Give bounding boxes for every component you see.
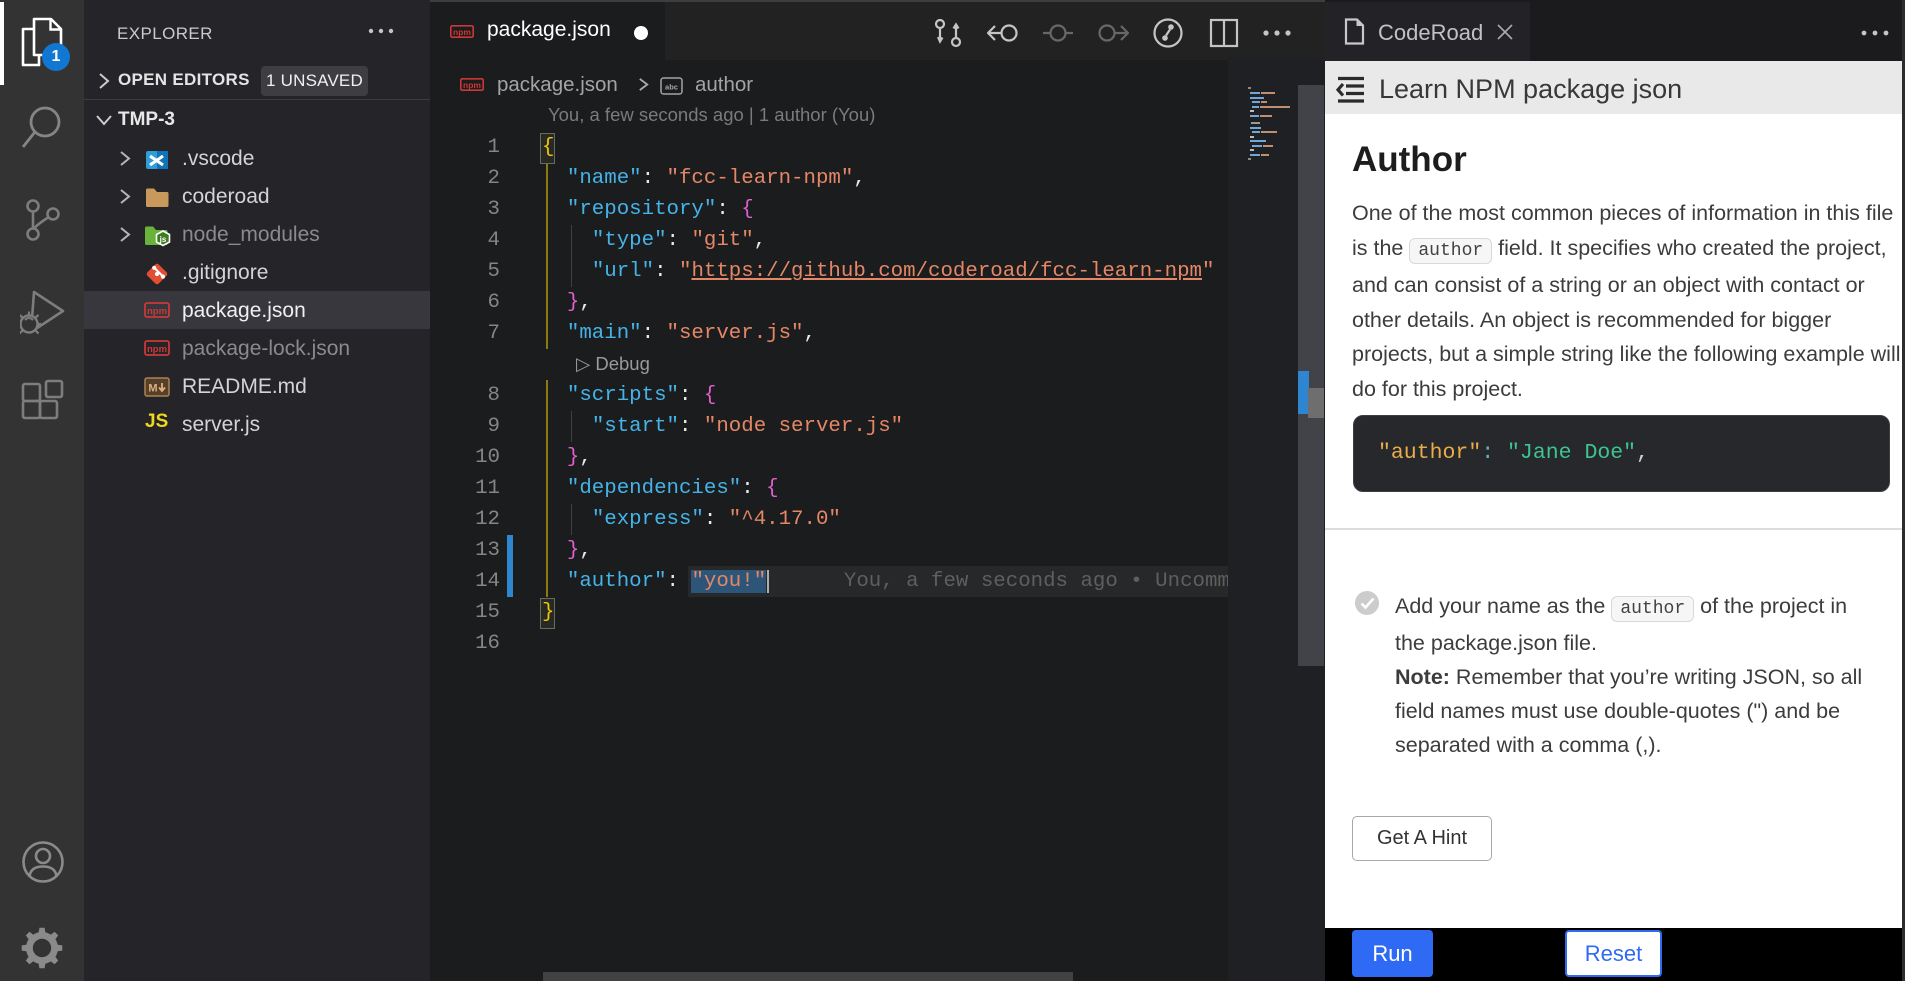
svg-text:npm: npm [463, 80, 481, 90]
svg-text:npm: npm [147, 306, 167, 317]
svg-text:npm: npm [147, 344, 167, 355]
svg-text:abc: abc [665, 83, 678, 92]
svg-text:M: M [148, 383, 157, 395]
svg-text:js: js [159, 235, 167, 244]
svg-text:npm: npm [453, 27, 471, 37]
